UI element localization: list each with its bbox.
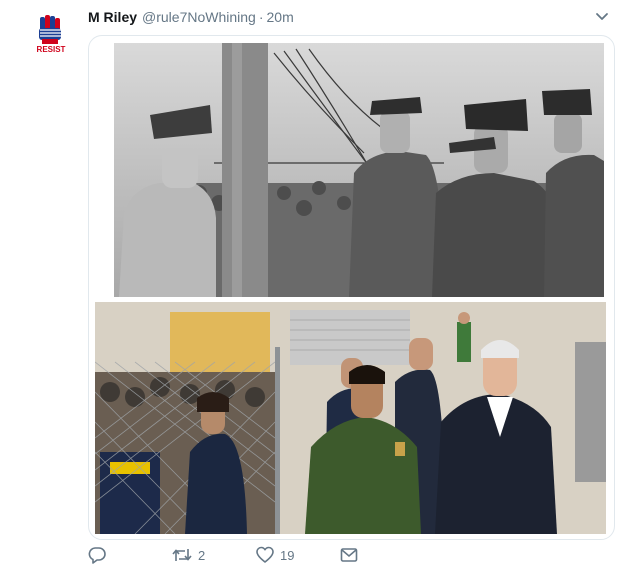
- message-button[interactable]: [340, 545, 358, 565]
- tweet: RESIST M Riley @rule7NoWhining · 20m 2 1…: [0, 0, 634, 571]
- color-detention-facility-photo[interactable]: [95, 302, 606, 534]
- avatar[interactable]: RESIST: [31, 13, 71, 54]
- heart-icon: [256, 546, 274, 563]
- reply-icon: [88, 547, 106, 564]
- chevron-down-icon[interactable]: [594, 10, 610, 24]
- envelope-icon: [340, 548, 358, 562]
- retweet-icon: [172, 549, 192, 561]
- retweet-count: 2: [198, 547, 206, 563]
- fist-logo-avatar-icon: RESIST: [37, 15, 66, 54]
- author-name[interactable]: M Riley: [88, 9, 137, 25]
- avatar-text: RESIST: [37, 45, 66, 53]
- historical-black-and-white-photo[interactable]: [114, 43, 604, 297]
- header-separator: ·: [258, 9, 264, 25]
- tweet-header: M Riley @rule7NoWhining · 20m: [88, 7, 294, 27]
- reply-button[interactable]: [88, 545, 112, 565]
- tweet-timestamp[interactable]: 20m: [267, 9, 294, 25]
- like-count: 19: [280, 547, 295, 563]
- author-handle[interactable]: @rule7NoWhining: [142, 9, 256, 25]
- like-button[interactable]: 19: [256, 545, 294, 565]
- retweet-button[interactable]: 2: [172, 545, 205, 565]
- tweet-media[interactable]: [88, 35, 615, 540]
